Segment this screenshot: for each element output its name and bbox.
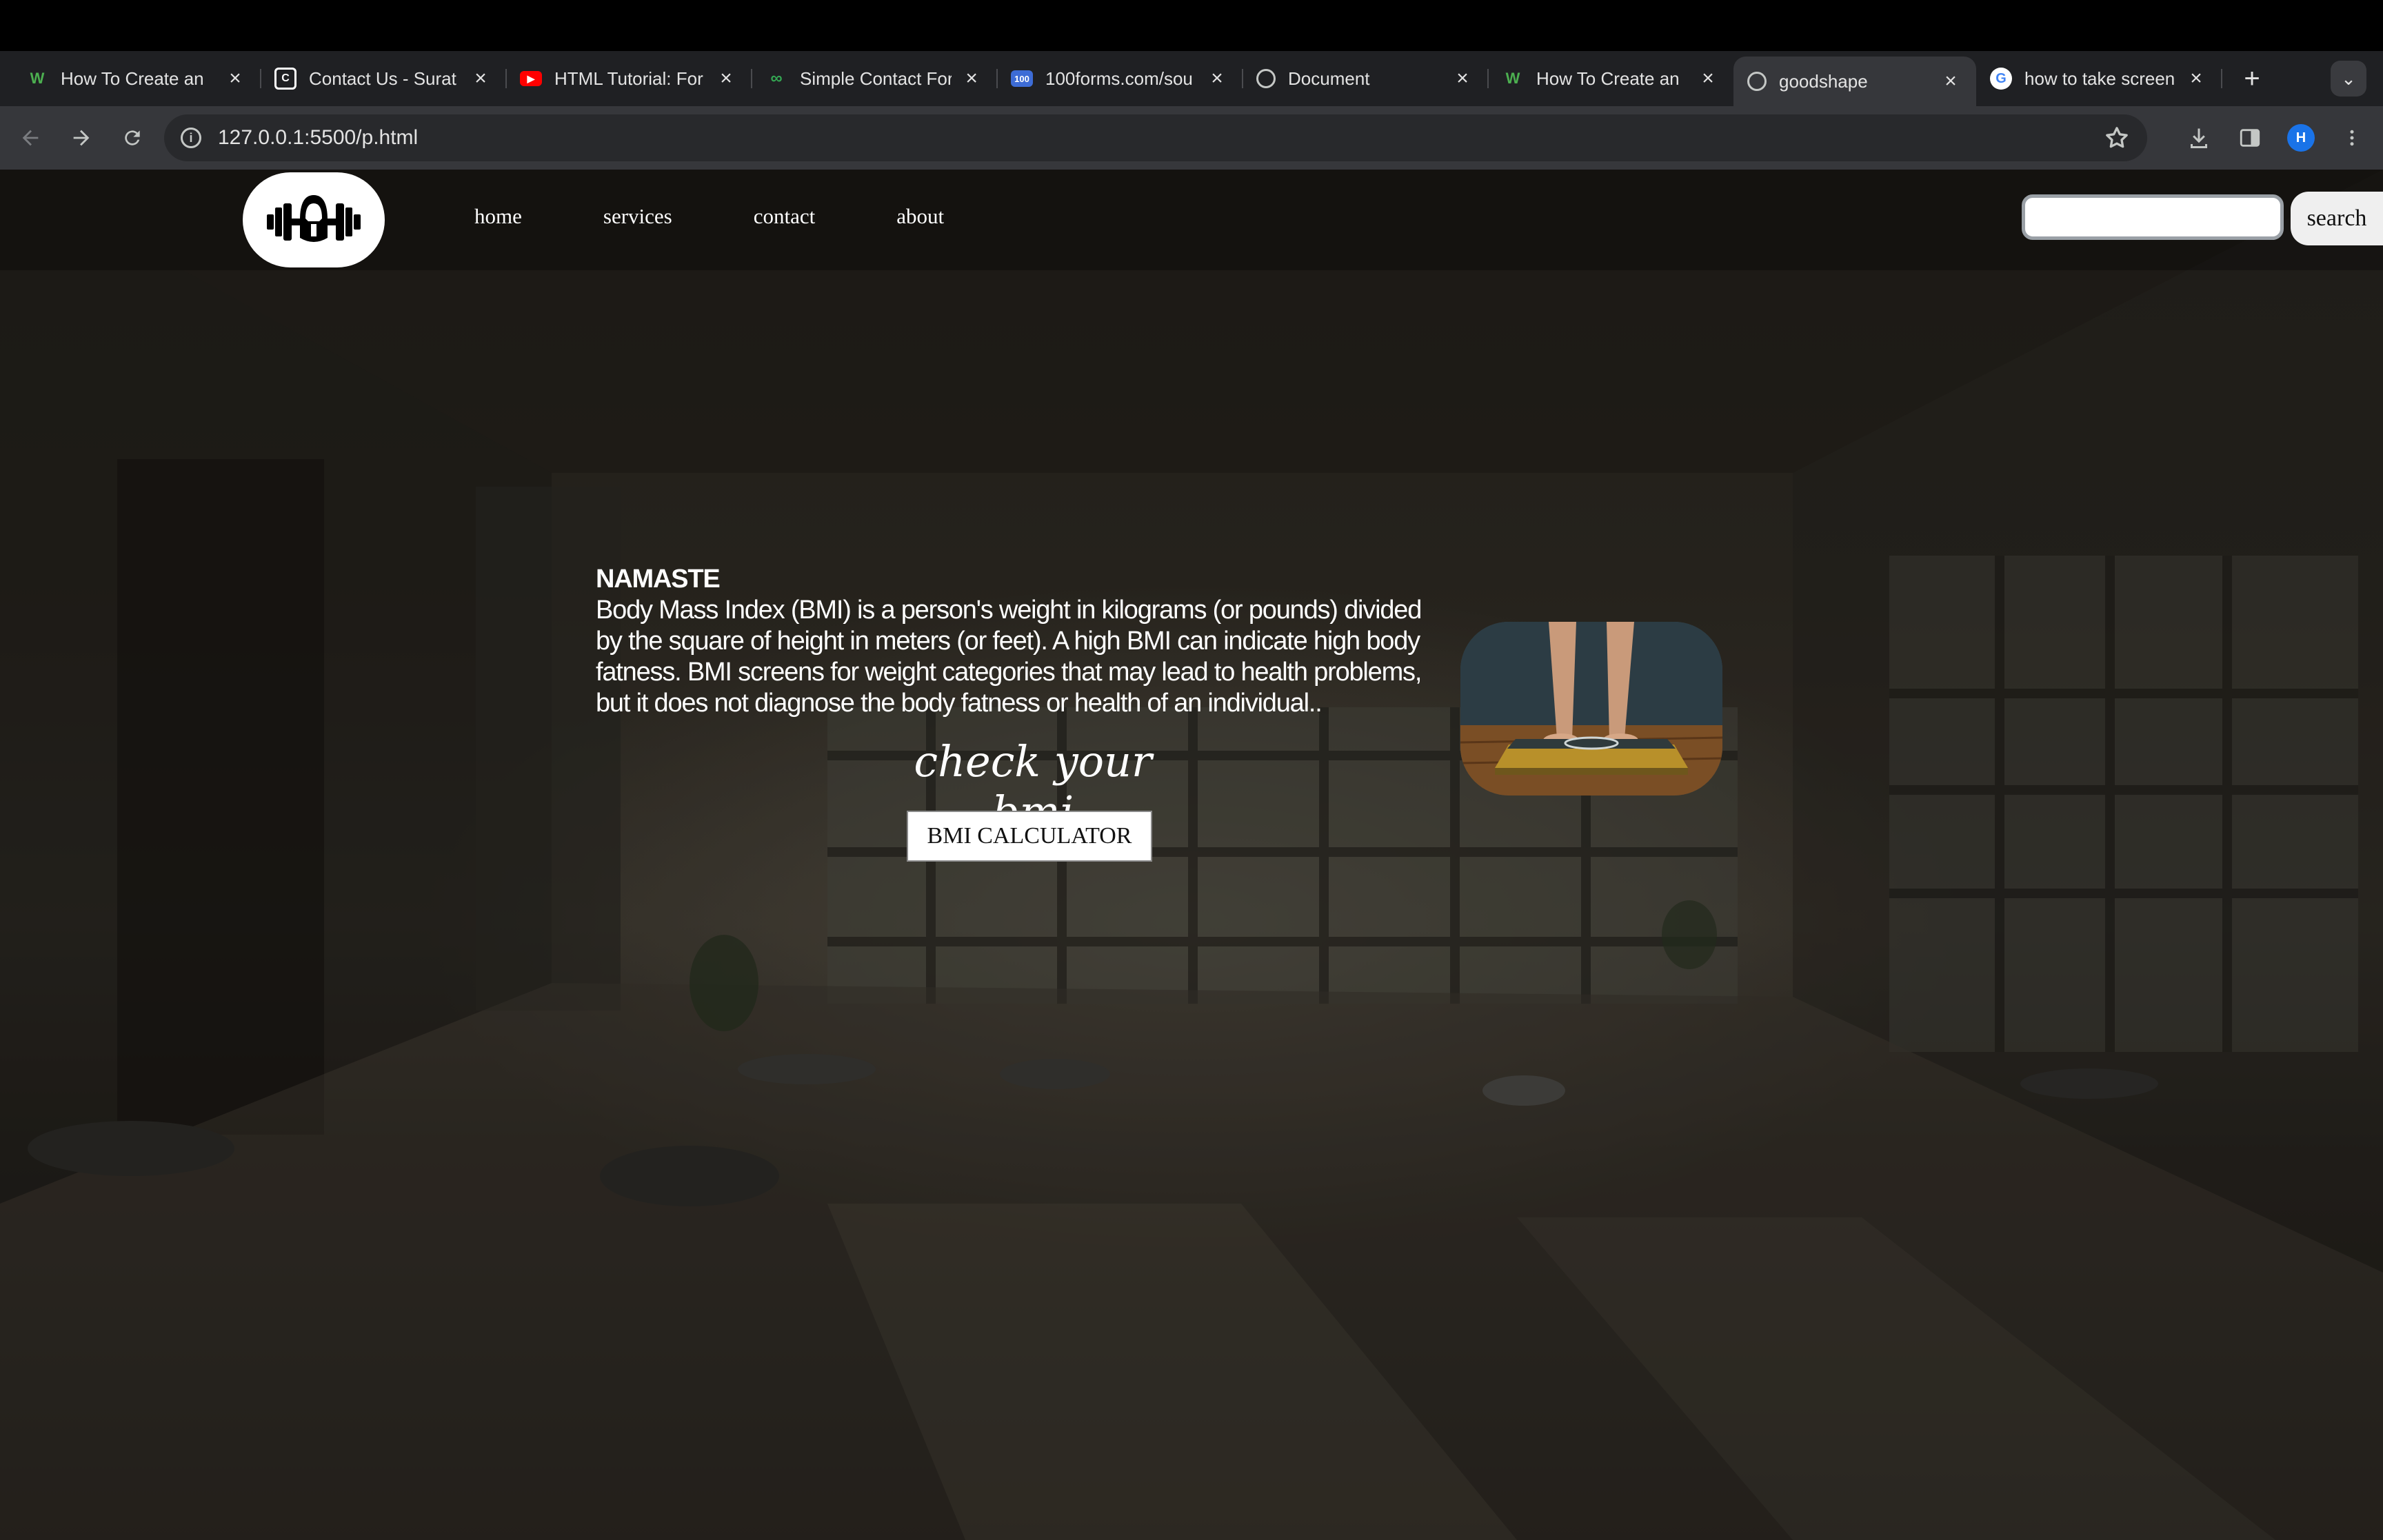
close-icon[interactable]: × bbox=[716, 67, 736, 90]
close-icon[interactable]: × bbox=[1940, 70, 1961, 93]
tab-4[interactable]: 100 100forms.com/sou × bbox=[997, 51, 1243, 106]
nav-home-link[interactable]: home bbox=[474, 204, 522, 229]
browser-toolbar: i 127.0.0.1:5500/p.html H bbox=[0, 106, 2383, 170]
more-menu-icon[interactable] bbox=[2335, 121, 2369, 155]
back-arrow-icon[interactable] bbox=[10, 117, 51, 159]
close-icon[interactable]: × bbox=[1207, 67, 1227, 90]
nav-services-link[interactable]: services bbox=[603, 204, 672, 229]
hero-heading: NAMASTE bbox=[596, 565, 721, 594]
nav-contact-link[interactable]: contact bbox=[754, 204, 816, 229]
download-icon[interactable] bbox=[2182, 121, 2216, 155]
tab-5[interactable]: Document × bbox=[1243, 51, 1489, 106]
nav-links: home services contact about bbox=[474, 204, 944, 229]
chain-icon: ∞ bbox=[770, 69, 783, 88]
100-icon: 100 bbox=[1011, 70, 1033, 87]
tab-7-active[interactable]: goodshape × bbox=[1733, 57, 1976, 106]
new-tab-icon[interactable]: + bbox=[2237, 63, 2267, 94]
tab-title: Document bbox=[1288, 68, 1370, 89]
toolbar-right: H bbox=[2182, 117, 2369, 159]
tab-title: HTML Tutorial: For bbox=[554, 68, 703, 89]
reload-icon[interactable] bbox=[112, 117, 153, 159]
tab-separator bbox=[2221, 69, 2222, 88]
tab-title: how to take screen bbox=[2024, 68, 2175, 89]
search-button[interactable]: search bbox=[2291, 192, 2383, 245]
nav-about-link[interactable]: about bbox=[896, 204, 944, 229]
url-text[interactable]: 127.0.0.1:5500/p.html bbox=[218, 126, 418, 150]
close-icon[interactable]: × bbox=[470, 67, 491, 90]
window-top-strip bbox=[0, 0, 2383, 51]
site-navbar: home services contact about search bbox=[0, 170, 2383, 270]
tab-title: Simple Contact For bbox=[800, 68, 952, 89]
bookmark-star-icon[interactable] bbox=[2103, 124, 2131, 155]
tab-title: How To Create an bbox=[1536, 68, 1680, 89]
bathroom-scale-image bbox=[1460, 622, 1722, 796]
tab-3[interactable]: ∞ Simple Contact For × bbox=[752, 51, 998, 106]
yoga-room-background bbox=[0, 170, 2383, 1540]
search-input[interactable] bbox=[2022, 194, 2284, 240]
info-icon[interactable]: i bbox=[181, 128, 201, 148]
tab-2[interactable]: ▶ HTML Tutorial: For × bbox=[506, 51, 752, 106]
tab-title: 100forms.com/sou bbox=[1045, 68, 1193, 89]
tab-bar: W How To Create an × C Contact Us - Sura… bbox=[0, 51, 2383, 106]
tab-8[interactable]: G how to take screen × bbox=[1976, 51, 2222, 106]
side-panel-icon[interactable] bbox=[2233, 121, 2267, 155]
tab-6[interactable]: W How To Create an × bbox=[1488, 51, 1733, 106]
profile-avatar[interactable]: H bbox=[2284, 121, 2318, 155]
tab-title: goodshape bbox=[1779, 70, 1868, 92]
forward-arrow-icon[interactable] bbox=[61, 117, 102, 159]
hero-paragraph: Body Mass Index (BMI) is a person's weig… bbox=[596, 596, 1422, 718]
chevron-down-icon[interactable]: ⌄ bbox=[2331, 61, 2366, 97]
close-icon[interactable]: × bbox=[1698, 67, 1718, 90]
tab-0[interactable]: W How To Create an × bbox=[12, 51, 261, 106]
tab-title: How To Create an bbox=[61, 68, 204, 89]
close-icon[interactable]: × bbox=[961, 67, 982, 90]
close-icon[interactable]: × bbox=[2186, 67, 2206, 90]
google-icon: G bbox=[1990, 68, 2012, 90]
bracket-logo-icon: C bbox=[274, 68, 296, 90]
tab-title: Contact Us - Surat bbox=[309, 68, 456, 89]
youtube-icon: ▶ bbox=[520, 71, 542, 86]
close-icon[interactable]: × bbox=[225, 67, 245, 90]
address-bar[interactable]: i 127.0.0.1:5500/p.html bbox=[164, 114, 2147, 161]
bmi-calculator-button[interactable]: BMI CALCULATOR bbox=[907, 811, 1152, 862]
globe-icon bbox=[1747, 72, 1767, 91]
tab-1[interactable]: C Contact Us - Surat × bbox=[261, 51, 507, 106]
w-logo-icon: W bbox=[30, 70, 45, 87]
avatar: H bbox=[2287, 124, 2315, 152]
w-logo-icon: W bbox=[1505, 70, 1520, 87]
globe-icon bbox=[1256, 69, 1276, 88]
gym-logo-icon[interactable] bbox=[243, 172, 385, 267]
close-icon[interactable]: × bbox=[1452, 67, 1473, 90]
hero-text-block: NAMASTE Body Mass Index (BMI) is a perso… bbox=[596, 564, 1444, 719]
page-viewport: home services contact about search NAMAS… bbox=[0, 170, 2383, 1540]
